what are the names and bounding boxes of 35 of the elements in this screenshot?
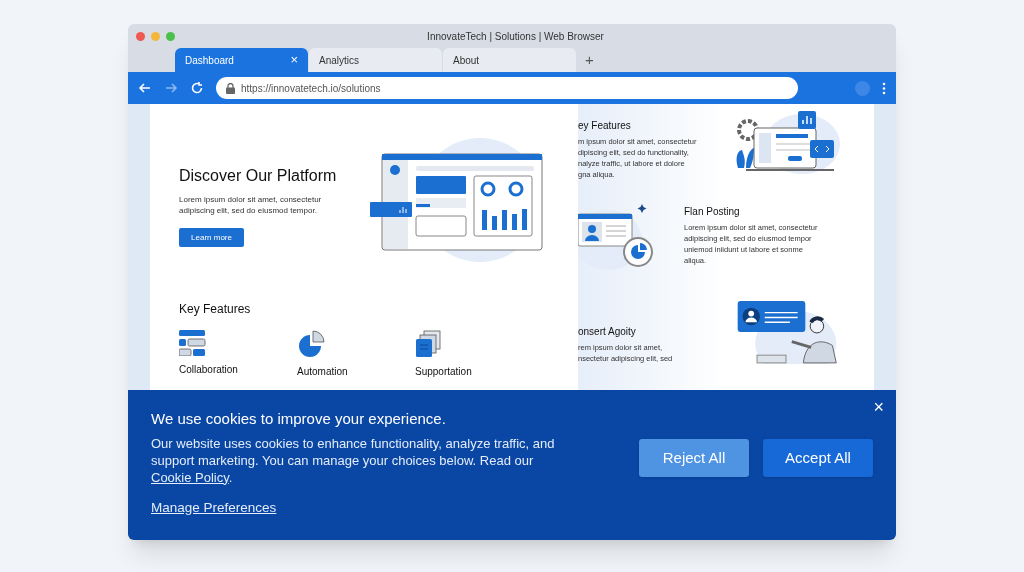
lock-icon [226, 82, 235, 94]
back-icon[interactable] [138, 81, 152, 95]
documents-icon [415, 330, 443, 358]
window-title: InnovateTech | Solutions | Web Browser [427, 29, 604, 44]
accept-button[interactable]: Accept All [763, 439, 873, 477]
section-heading: ey Features [578, 119, 632, 133]
cookie-text: Our website uses cookies to enhance functionality, analyze traffic, and support marketing. You can manage your choices below. Read our Cookie Policy. [151, 434, 556, 486]
menu-icon[interactable] [882, 81, 886, 95]
cookie-policy-link[interactable]: Cookie Policy [151, 469, 229, 485]
learn-more-button[interactable]: Learn more [179, 228, 244, 247]
feature-label: Automation [297, 365, 348, 379]
cookie-title: We use cookies to improve your experience. [151, 409, 447, 429]
new-tab-icon[interactable]: + [585, 48, 594, 72]
reload-icon[interactable] [190, 81, 204, 95]
feature-label: Collaboration [179, 363, 238, 377]
browser-tab[interactable]: Dashboard × [175, 48, 308, 72]
profile-avatar[interactable] [855, 80, 870, 96]
hero-text: Lorem ipsum dolor sit amet, consectetur adipiscing elit, sed do eiusmod tempor. [179, 194, 323, 216]
close-tab-icon[interactable]: × [290, 50, 298, 70]
feature-label: Supportation [415, 365, 472, 379]
browser-tab[interactable]: About [443, 48, 576, 72]
manage-preferences-link[interactable]: Manage Preferences [151, 497, 277, 518]
address-field[interactable]: https://innovatetech.io/solutions [216, 77, 798, 99]
forward-icon[interactable] [164, 81, 178, 95]
close-icon[interactable]: × [873, 394, 884, 421]
section-heading: Flan Posting [684, 205, 741, 219]
close-window-icon[interactable] [136, 31, 145, 41]
section-heading: Key Features [179, 301, 252, 318]
browser-tab[interactable]: Analytics [309, 48, 442, 72]
layout-blocks-icon [179, 330, 207, 356]
section-heading: onsert Agoity [578, 325, 637, 339]
hero-title: Discover Our Platform [179, 166, 338, 186]
minimize-window-icon[interactable] [151, 31, 160, 41]
maximize-window-icon[interactable] [166, 31, 175, 41]
pie-chart-icon [297, 330, 325, 358]
